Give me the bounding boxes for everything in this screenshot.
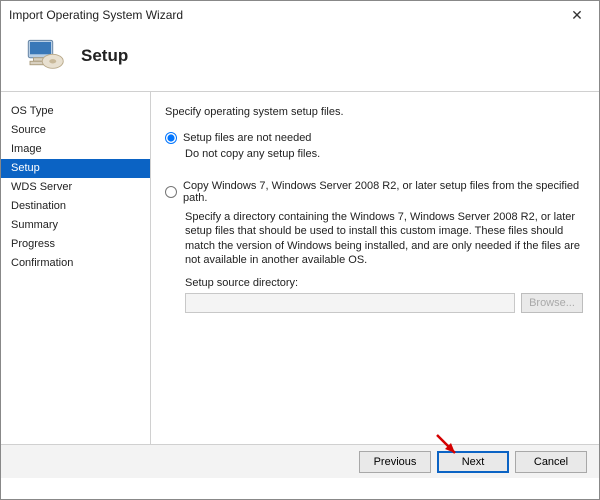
option-b-description: Specify a directory containing the Windo… bbox=[185, 210, 583, 267]
setup-source-dir-label: Setup source directory: bbox=[185, 277, 583, 289]
sidebar-item-destination[interactable]: Destination bbox=[1, 197, 150, 216]
option-no-setup-files: Setup files are not needed Do not copy a… bbox=[165, 132, 583, 160]
wizard-steps-sidebar: OS Type Source Image Setup WDS Server De… bbox=[1, 92, 151, 444]
option-a-subtext: Do not copy any setup files. bbox=[185, 148, 583, 160]
content-area: OS Type Source Image Setup WDS Server De… bbox=[1, 92, 599, 444]
wizard-footer: Previous Next Cancel bbox=[1, 444, 599, 478]
computer-os-icon bbox=[23, 35, 65, 77]
close-icon[interactable]: ✕ bbox=[563, 7, 591, 24]
titlebar: Import Operating System Wizard ✕ bbox=[1, 1, 599, 29]
window-title: Import Operating System Wizard bbox=[9, 8, 563, 22]
radio-copy-setup-files[interactable]: Copy Windows 7, Windows Server 2008 R2, … bbox=[165, 180, 583, 204]
sidebar-item-summary[interactable]: Summary bbox=[1, 216, 150, 235]
sidebar-item-progress[interactable]: Progress bbox=[1, 235, 150, 254]
previous-button[interactable]: Previous bbox=[359, 451, 431, 473]
page-title: Setup bbox=[81, 46, 128, 66]
setup-source-directory-input[interactable] bbox=[185, 293, 515, 313]
radio-no-setup-files-input[interactable] bbox=[165, 132, 177, 144]
cancel-button[interactable]: Cancel bbox=[515, 451, 587, 473]
instruction-text: Specify operating system setup files. bbox=[165, 106, 583, 118]
setup-source-dir-row: Browse... bbox=[185, 293, 583, 313]
sidebar-item-os-type[interactable]: OS Type bbox=[1, 102, 150, 121]
sidebar-item-source[interactable]: Source bbox=[1, 121, 150, 140]
sidebar-item-setup[interactable]: Setup bbox=[1, 159, 150, 178]
sidebar-item-image[interactable]: Image bbox=[1, 140, 150, 159]
radio-copy-setup-files-label: Copy Windows 7, Windows Server 2008 R2, … bbox=[183, 180, 583, 204]
radio-no-setup-files[interactable]: Setup files are not needed bbox=[165, 132, 583, 144]
wizard-header: Setup bbox=[1, 29, 599, 91]
radio-no-setup-files-label: Setup files are not needed bbox=[183, 132, 311, 144]
main-panel: Specify operating system setup files. Se… bbox=[151, 92, 599, 444]
next-button[interactable]: Next bbox=[437, 451, 509, 473]
browse-button[interactable]: Browse... bbox=[521, 293, 583, 313]
sidebar-item-wds-server[interactable]: WDS Server bbox=[1, 178, 150, 197]
radio-copy-setup-files-input[interactable] bbox=[165, 186, 177, 198]
sidebar-item-confirmation[interactable]: Confirmation bbox=[1, 254, 150, 273]
option-copy-setup-files: Copy Windows 7, Windows Server 2008 R2, … bbox=[165, 180, 583, 313]
